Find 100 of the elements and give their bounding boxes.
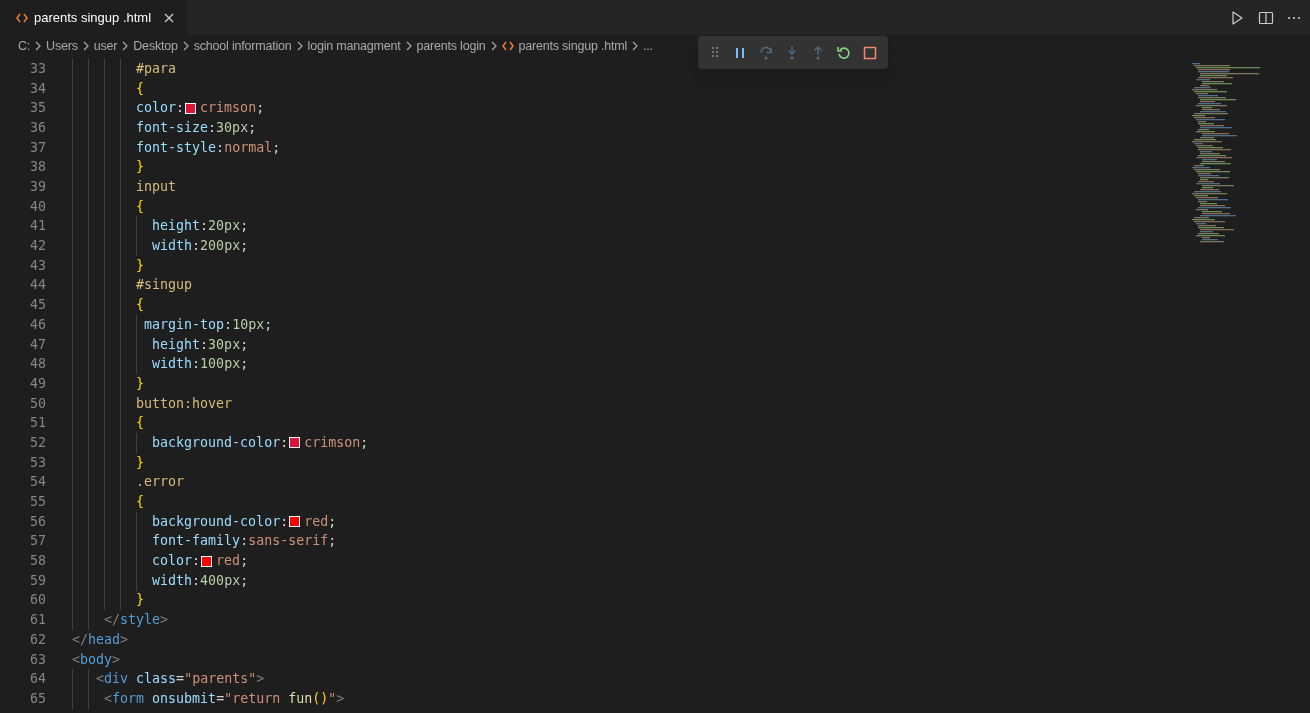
code-token: : <box>176 99 185 118</box>
code-token: fun <box>288 689 313 708</box>
code-token: font-family <box>151 532 241 551</box>
code-token: < <box>72 650 80 669</box>
color-swatch[interactable] <box>185 102 197 114</box>
breadcrumb-item[interactable]: login managment <box>307 36 401 56</box>
code-token: height <box>151 217 201 236</box>
breadcrumb-item[interactable]: C: <box>18 36 31 56</box>
line-number: 48 <box>29 355 46 374</box>
code-token: color <box>151 552 193 571</box>
line-number: 51 <box>29 414 46 433</box>
line-number: 37 <box>29 138 46 157</box>
code-token: { <box>135 79 145 98</box>
code-token: </ <box>72 630 88 649</box>
code-token: : <box>200 335 209 354</box>
code-token: : <box>192 237 201 256</box>
line-number: 42 <box>29 237 46 256</box>
line-number: 39 <box>29 178 46 196</box>
line-number: 43 <box>29 256 46 275</box>
line-number: 44 <box>29 276 46 295</box>
code-token: } <box>135 256 145 275</box>
color-swatch[interactable] <box>289 437 301 449</box>
code-token: form <box>112 689 145 708</box>
line-number: 63 <box>29 650 46 669</box>
code-token: " <box>328 689 337 708</box>
code-token: ; <box>240 571 249 590</box>
stop-icon[interactable] <box>862 44 878 61</box>
code-token: > <box>120 630 129 649</box>
code-token: background-color <box>151 433 281 452</box>
line-number: 55 <box>29 493 46 511</box>
code-token: class <box>135 670 177 689</box>
code-token: ; <box>240 237 249 256</box>
line-number: 34 <box>29 79 46 98</box>
code-token: : <box>216 138 225 157</box>
code-token: ; <box>272 138 281 157</box>
code-token: > <box>112 650 121 669</box>
code-token: margin-top <box>143 315 225 334</box>
code-token: onsubmit <box>151 689 217 708</box>
code-token: normal <box>224 138 273 157</box>
code-token: > <box>160 611 169 630</box>
code-token: : <box>192 552 201 571</box>
code-token: < <box>95 670 105 689</box>
line-number: 50 <box>29 394 46 413</box>
code-token: ; <box>248 118 257 137</box>
code-token: #singup <box>135 276 193 295</box>
code-token: 20px <box>208 217 241 236</box>
restart-icon[interactable] <box>836 44 852 61</box>
code-token: = <box>216 689 225 708</box>
line-number: 35 <box>29 99 46 118</box>
code-token: < <box>103 689 113 708</box>
color-swatch[interactable] <box>289 516 301 528</box>
line-number: 53 <box>29 453 46 472</box>
html-file-icon <box>501 41 514 51</box>
code-token: ; <box>240 217 249 236</box>
code-token: width <box>151 355 193 374</box>
code-token: "parents" <box>184 670 257 689</box>
line-number: 47 <box>29 335 46 354</box>
code-token: ; <box>240 335 249 354</box>
line-number: 60 <box>29 591 46 610</box>
code-token: 30px <box>208 335 241 354</box>
code-token: { <box>135 197 145 216</box>
line-number: 36 <box>29 118 46 137</box>
code-token: font-size <box>135 118 209 137</box>
code-token: width <box>151 571 193 590</box>
line-number: 56 <box>29 512 46 531</box>
code-token: .error <box>135 473 185 492</box>
code-token: : <box>280 512 289 531</box>
editor-tab[interactable]: parents singup .html <box>0 0 188 35</box>
line-number: 59 <box>29 571 46 590</box>
line-number: 65 <box>29 689 46 708</box>
breadcrumb-item[interactable]: parents singup .html <box>518 36 628 56</box>
line-number: 33 <box>29 59 46 78</box>
breadcrumb-item[interactable]: parents login <box>416 36 486 56</box>
breadcrumb-item[interactable]: Users <box>46 36 78 56</box>
code-token: color <box>135 99 177 118</box>
line-number: 58 <box>29 552 46 571</box>
color-swatch[interactable] <box>201 555 213 567</box>
code-token: { <box>135 414 145 433</box>
code-token: > <box>336 689 345 708</box>
breadcrumb-item[interactable]: user <box>93 36 118 56</box>
split-editor-icon[interactable] <box>1258 9 1274 26</box>
code-token: 10px <box>232 315 265 334</box>
code-token: > <box>256 670 265 689</box>
breadcrumb-item[interactable]: ... <box>643 36 653 56</box>
line-number: 40 <box>29 197 46 216</box>
line-number: 52 <box>29 433 46 452</box>
line-number: 46 <box>29 315 46 334</box>
code-token: () <box>312 689 329 708</box>
code-token: } <box>135 591 145 610</box>
breadcrumb-item[interactable]: school information <box>193 36 292 56</box>
code-token: </ <box>103 611 121 630</box>
line-number: 64 <box>29 670 46 689</box>
code-token: 400px <box>200 571 241 590</box>
code-token: background-color <box>151 512 281 531</box>
code-token: 100px <box>200 355 241 374</box>
line-number: 62 <box>29 630 46 649</box>
code-token: ; <box>360 433 369 452</box>
breadcrumb-item[interactable]: Desktop <box>133 36 178 56</box>
code-token: : <box>192 571 201 590</box>
line-number: 38 <box>29 158 46 177</box>
